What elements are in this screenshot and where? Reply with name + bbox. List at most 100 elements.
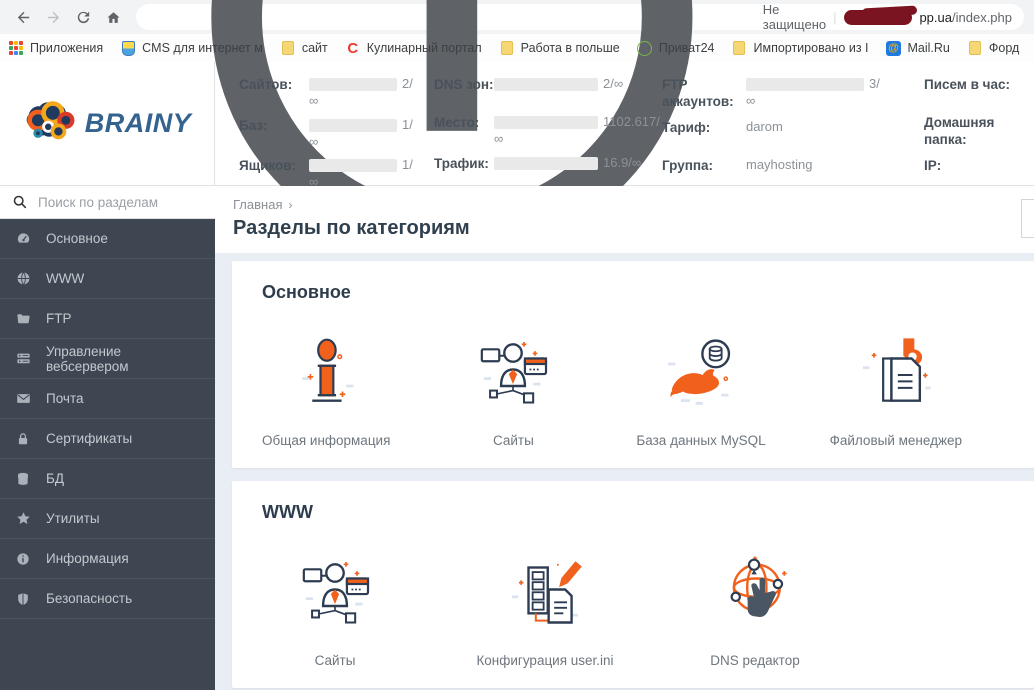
- stat-row: Сайтов:2/∞: [239, 77, 434, 109]
- usage-bar: [494, 157, 598, 170]
- sidebar-item-5[interactable]: Почта: [0, 379, 215, 419]
- usage-bar: [309, 119, 397, 132]
- emblem-icon: [120, 40, 136, 56]
- sidebar-item-label: Управление вебсервером: [46, 344, 200, 374]
- globe-icon: [15, 271, 31, 287]
- stat-label: FTP аккаунтов:: [662, 77, 746, 111]
- card-title: Основное: [262, 282, 1026, 303]
- main-content: Главная› Разделы по категориям Основное …: [215, 186, 1034, 690]
- bookmark-label: сайт: [302, 41, 328, 55]
- bookmark-label: Кулинарный портал: [367, 41, 482, 55]
- category-card: WWW Сайты Конфигурация user.ini: [232, 481, 1034, 688]
- partial-edge-button[interactable]: [1021, 199, 1034, 238]
- stats-column: Писем в час:Домашняя папка:IP:: [924, 77, 1034, 199]
- bookmark-item[interactable]: CMS для интернет м: [120, 40, 263, 56]
- bookmark-item[interactable]: сайт: [280, 40, 328, 56]
- bookmark-label: Импортировано из I: [753, 41, 868, 55]
- redacted-domain-scribble: [844, 10, 913, 25]
- sidebar-item-1[interactable]: Основное: [0, 219, 215, 259]
- stat-value: darom: [746, 120, 783, 149]
- category-item[interactable]: Общая информация: [262, 329, 390, 448]
- stat-label: Баз:: [239, 118, 309, 150]
- server-icon: [15, 351, 31, 367]
- refresh-icon[interactable]: [70, 4, 96, 30]
- mysql-dolphin-icon: [655, 329, 747, 421]
- stat-label: Тариф:: [662, 120, 746, 149]
- stat-label: Место:: [434, 115, 494, 147]
- stat-value: 2/∞: [309, 77, 413, 109]
- forward-icon[interactable]: [40, 4, 66, 30]
- stats-column: DNS зон:2/∞Место:1102.617/∞Трафик:16.9/∞: [434, 77, 662, 199]
- sidebar-item-4[interactable]: Управление вебсервером: [0, 339, 215, 379]
- sidebar-item-label: Информация: [46, 551, 129, 566]
- stat-row: Тариф:darom: [662, 120, 924, 149]
- yellow-page-icon: [499, 40, 515, 56]
- brainy-logo[interactable]: BRAINY: [0, 62, 215, 185]
- sidebar-item-2[interactable]: WWW: [0, 259, 215, 299]
- category-item[interactable]: Сайты: [262, 549, 408, 668]
- stat-row: Баз:1/∞: [239, 118, 434, 150]
- bookmark-item[interactable]: C Кулинарный портал: [345, 40, 482, 56]
- bookmark-item[interactable]: @Mail.Ru: [886, 40, 950, 56]
- panel-header: BRAINY Сайтов:2/∞Баз:1/∞Ящиков:1/∞DNS зо…: [0, 62, 1034, 186]
- category-item[interactable]: Сайты: [454, 329, 572, 448]
- bookmark-item[interactable]: Приложения: [8, 40, 103, 56]
- stat-value: 3/∞: [746, 77, 880, 111]
- sidebar-item-7[interactable]: БД: [0, 459, 215, 499]
- category-cards: Основное Общая информация Сайты База дан…: [215, 253, 1034, 688]
- search-input[interactable]: [38, 195, 202, 210]
- bookmark-item[interactable]: Форд: [967, 40, 1019, 56]
- bookmark-item[interactable]: 24Приват24: [637, 40, 715, 56]
- category-card: Основное Общая информация Сайты База дан…: [232, 261, 1034, 468]
- stat-row: IP:: [924, 158, 1034, 187]
- address-bar[interactable]: Не защищено | pp.ua/index.php: [136, 4, 1024, 30]
- category-item-label: Конфигурация user.ini: [476, 653, 613, 668]
- bookmark-item[interactable]: Импортировано из I: [731, 40, 868, 56]
- brainy-gears-icon: [23, 98, 79, 150]
- category-item[interactable]: Конфигурация user.ini: [472, 549, 618, 668]
- sidebar: Основное WWW FTP Управление вебсервером Почт…: [0, 186, 215, 690]
- chevron-right-icon: ›: [288, 198, 292, 212]
- category-item-label: Файловый менеджер: [830, 433, 962, 448]
- browser-toolbar: Не защищено | pp.ua/index.php: [0, 0, 1034, 34]
- sidebar-item-9[interactable]: Информация: [0, 539, 215, 579]
- usage-bar: [494, 78, 598, 91]
- folder-icon: [15, 311, 31, 327]
- sidebar-item-3[interactable]: FTP: [0, 299, 215, 339]
- bookmark-label: Приват24: [659, 41, 715, 55]
- sitemap-person-icon: [467, 329, 559, 421]
- stat-label: Трафик:: [434, 156, 494, 185]
- yellow-page-icon: [731, 40, 747, 56]
- stat-row: FTP аккаунтов:3/∞: [662, 77, 924, 111]
- sidebar-item-8[interactable]: Утилиты: [0, 499, 215, 539]
- sidebar-item-10[interactable]: Безопасность: [0, 579, 215, 619]
- usage-bar: [494, 116, 598, 129]
- back-icon[interactable]: [10, 4, 36, 30]
- letter-c-icon: C: [345, 40, 361, 56]
- apps-grid-icon: [8, 40, 24, 56]
- sidebar-search: [0, 186, 215, 219]
- stat-value: 16.9/∞: [494, 156, 641, 185]
- database-icon: [15, 471, 31, 487]
- sidebar-item-label: БД: [46, 471, 64, 486]
- file-manager-icon: [850, 329, 942, 421]
- stat-value: 1102.617/∞: [494, 115, 660, 147]
- breadcrumb-home-link[interactable]: Главная: [233, 197, 282, 212]
- category-item-label: DNS редактор: [710, 653, 799, 668]
- sidebar-item-label: WWW: [46, 271, 84, 286]
- url-separator: |: [833, 10, 836, 25]
- stats-column: Сайтов:2/∞Баз:1/∞Ящиков:1/∞: [239, 77, 434, 199]
- bookmark-item[interactable]: Работа в польше: [499, 40, 620, 56]
- sidebar-item-6[interactable]: Сертификаты: [0, 419, 215, 459]
- yellow-page-icon: [967, 40, 983, 56]
- category-item[interactable]: База данных MySQL: [636, 329, 765, 448]
- home-icon[interactable]: [100, 4, 126, 30]
- yellow-page-icon: [280, 40, 296, 56]
- category-item[interactable]: Файловый менеджер: [830, 329, 962, 448]
- dashboard-icon: [15, 231, 31, 247]
- usage-bar: [309, 78, 397, 91]
- search-icon: [13, 195, 27, 209]
- category-item[interactable]: DNS редактор: [682, 549, 828, 668]
- sidebar-item-label: Сертификаты: [46, 431, 132, 446]
- sidebar-menu: Основное WWW FTP Управление вебсервером Почт…: [0, 219, 215, 619]
